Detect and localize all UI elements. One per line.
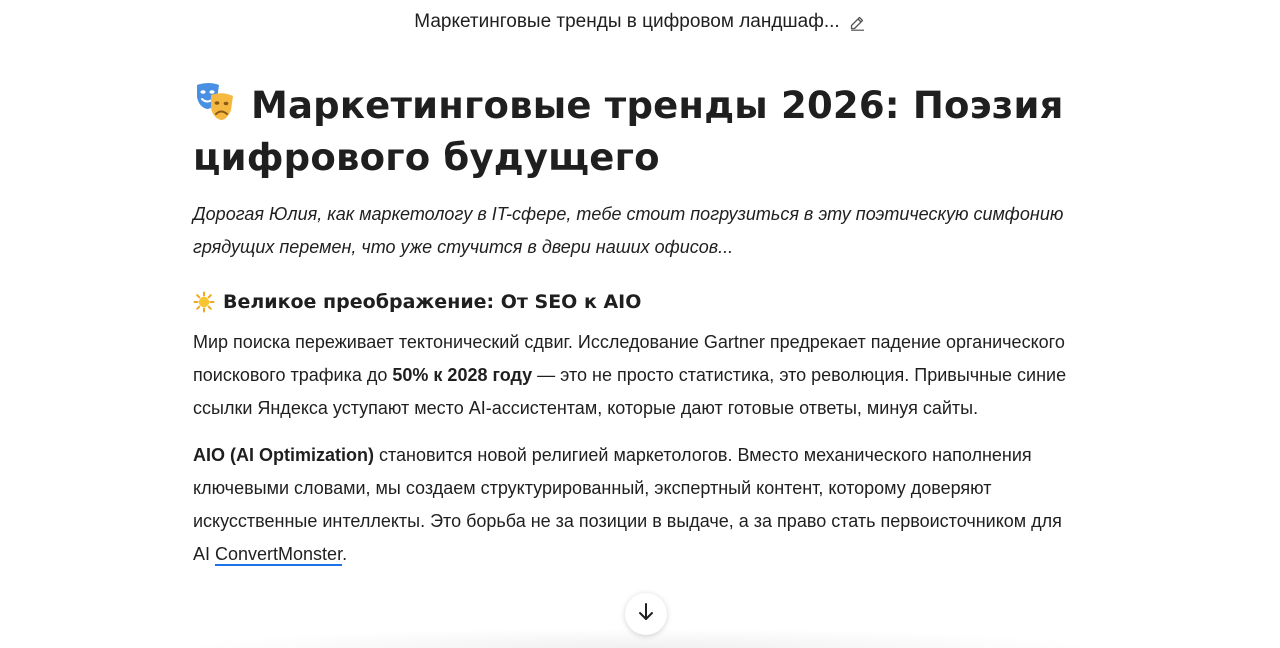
article-title-text: Маркетинговые тренды 2026: Поэзия цифров… [193, 84, 1064, 179]
paragraph-1: Мир поиска переживает тектонический сдви… [193, 326, 1083, 425]
paragraph-1-bold: 50% к 2028 году [392, 365, 533, 385]
paragraph-2: AIO (AI Optimization) становится новой р… [193, 439, 1083, 571]
performing-arts-masks-icon [193, 81, 237, 121]
article-heading: Маркетинговые тренды 2026: Поэзия цифров… [193, 80, 1083, 184]
paragraph-2-bold: AIO (AI Optimization) [193, 445, 374, 465]
pencil-icon[interactable] [848, 14, 866, 32]
section-heading-text: Великое преображение: От SEO к AIO [223, 291, 642, 313]
section-heading: Великое преображение: От SEO к AIO [193, 288, 1083, 316]
article-intro: Дорогая Юлия, как маркетологу в IT-сфере… [193, 204, 1064, 257]
arrow-down-icon [637, 602, 655, 627]
top-bar: Маркетинговые тренды в цифровом ландшаф.… [0, 0, 1280, 44]
scroll-down-button[interactable] [625, 593, 667, 635]
document-title[interactable]: Маркетинговые тренды в цифровом ландшаф.… [414, 11, 839, 33]
article: Маркетинговые тренды 2026: Поэзия цифров… [193, 80, 1083, 571]
convertmonster-link[interactable]: ConvertMonster [215, 544, 343, 566]
paragraph-2-end: . [342, 544, 348, 564]
sun-icon [193, 291, 215, 313]
